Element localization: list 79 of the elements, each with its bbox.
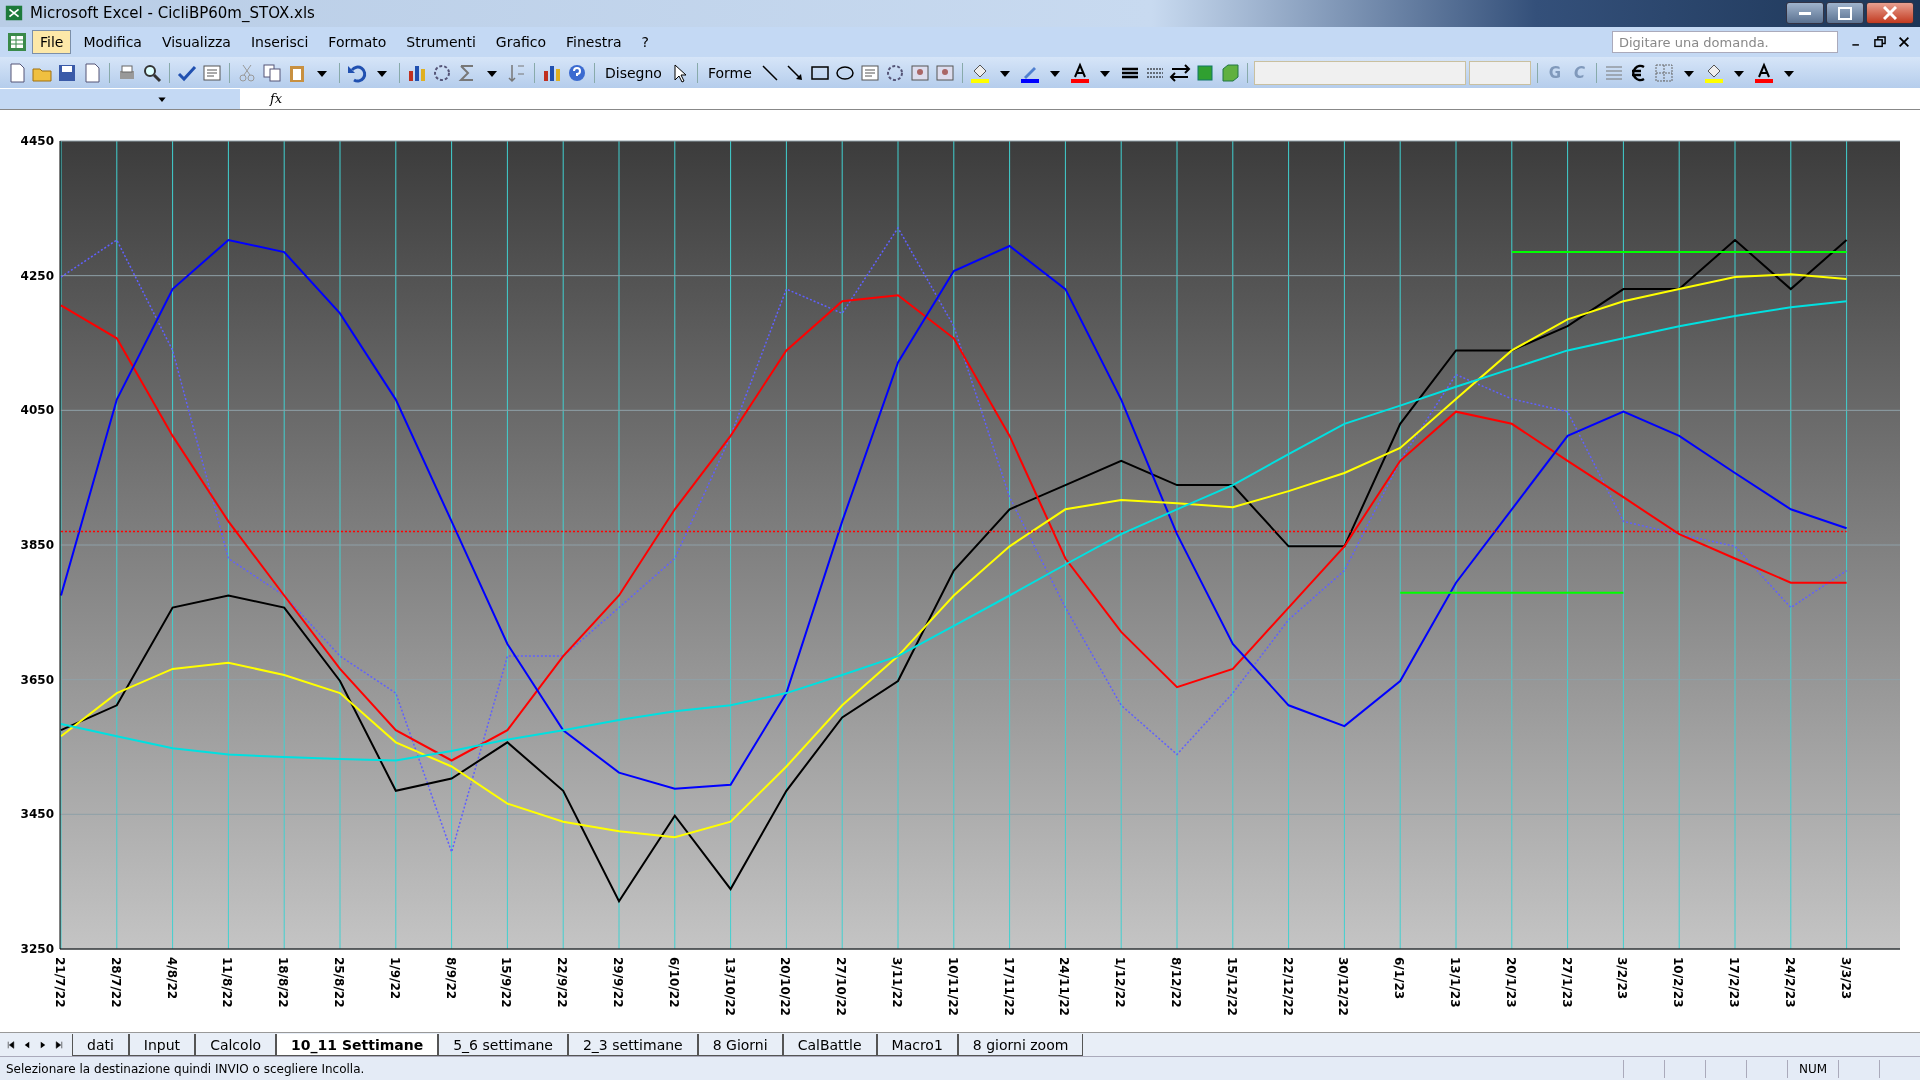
menu-item[interactable]: File [32,30,72,55]
x-axis-label: 3/3/23 [1838,957,1853,1000]
x-axis-label: 1/9/22 [387,957,402,1000]
font-color-icon[interactable] [1068,61,1091,84]
draw-menu[interactable]: Disegno [601,62,666,83]
copy-icon[interactable] [261,61,283,84]
y-axis-label: 3450 [20,807,54,822]
menu-item[interactable]: Grafico [487,30,555,55]
sheet-tab[interactable]: 8 giorni zoom [957,1034,1084,1057]
y-axis-label: 3850 [20,538,54,553]
x-axis-label: 11/8/22 [220,957,235,1008]
minimize-button[interactable] [1786,2,1824,25]
x-axis-label: 27/10/22 [834,957,849,1016]
minimize-icon [1799,11,1811,15]
arrow-style-icon[interactable] [1168,61,1191,84]
status-message: Selezionare la destinazione quindi INVIO o scegliere Incolla. [6,1061,366,1076]
x-axis-label: 20/1/23 [1503,957,1518,1008]
x-axis-label: 15/12/22 [1224,957,1239,1016]
x-axis-label: 22/9/22 [555,957,570,1008]
help-search-field[interactable]: Digitare una domanda. [1612,31,1838,54]
window-title: Microsoft Excel - CicliBP60m_STOX.xls [30,4,315,23]
x-axis-label: 24/2/23 [1782,957,1797,1008]
x-axis-label: 21/7/22 [53,957,67,1008]
last-sheet-icon[interactable] [54,1038,64,1051]
x-axis-label: 17/2/23 [1727,957,1741,1008]
x-axis-label: 24/11/22 [1057,957,1072,1016]
x-axis-label: 13/1/23 [1448,957,1462,1008]
y-axis-label: 4450 [20,134,54,149]
x-axis-label: 3/11/22 [890,957,904,1008]
menu-item[interactable]: Strumenti [398,30,484,55]
x-axis-label: 6/10/22 [666,957,681,1008]
x-axis-label: 25/8/22 [332,957,346,1008]
sheet-tab[interactable]: Calcolo [195,1034,277,1057]
maximize-icon [1838,6,1852,20]
shapes-menu[interactable]: Forme [703,62,756,83]
x-axis-label: 22/12/22 [1280,957,1295,1016]
sheet-tab[interactable]: dati [72,1034,129,1057]
first-sheet-icon[interactable] [6,1038,16,1051]
function-label: fx [270,91,283,107]
x-axis-label: 29/9/22 [611,957,625,1008]
x-axis-label: 8/12/22 [1169,957,1183,1008]
num-lock-indicator: NUM [1787,1059,1838,1078]
close-button[interactable] [1866,2,1914,25]
y-axis-label: 3650 [20,672,54,687]
x-axis-label: 27/1/23 [1559,957,1574,1008]
x-axis-label: 8/9/22 [443,957,458,1000]
x-axis-label: 6/1/23 [1392,957,1407,1000]
sheet-tab[interactable]: 10_11 Settimane [276,1034,439,1057]
x-axis-label: 10/2/23 [1671,957,1686,1008]
x-axis-label: 1/12/22 [1113,957,1128,1008]
x-axis-label: 30/12/22 [1336,957,1351,1016]
sheet-tab[interactable]: 2_3 settimane [567,1034,698,1057]
menu-item[interactable]: Visualizza [153,30,239,55]
y-axis-label: 4250 [20,268,54,283]
x-axis-label: 20/10/22 [778,957,793,1016]
spreadsheet-icon[interactable] [6,31,28,54]
x-axis-label: 15/9/22 [499,957,514,1008]
y-axis-label: 3250 [20,942,54,957]
sheet-tab[interactable]: 8 Giorni [697,1034,783,1057]
x-axis-label: 3/2/23 [1615,957,1630,1000]
menu-item[interactable]: Formato [320,30,395,55]
x-axis-label: 18/8/22 [276,957,291,1008]
y-axis-label: 4050 [20,403,54,418]
sheet-tab[interactable]: 5_6 settimane [438,1034,568,1057]
x-axis-label: 10/11/22 [945,957,960,1016]
menu-item[interactable]: Inserisci [242,30,317,55]
x-axis-label: 13/10/22 [722,957,737,1016]
menu-item[interactable]: ? [633,30,657,55]
sheet-tab[interactable]: CalBattle [782,1034,877,1057]
close-icon [1883,6,1897,21]
menu-item[interactable]: Finestra [558,30,630,55]
sheet-tab[interactable]: Input [128,1034,196,1057]
x-axis-label: 28/7/22 [108,957,123,1008]
sheet-tab[interactable]: Macro1 [876,1034,958,1057]
font-color-icon[interactable] [1753,61,1776,84]
x-axis-label: 4/8/22 [164,957,179,1000]
x-axis-label: 17/11/22 [1001,957,1016,1016]
menu-item[interactable]: Modifica [75,30,150,55]
maximize-button[interactable] [1826,2,1864,25]
